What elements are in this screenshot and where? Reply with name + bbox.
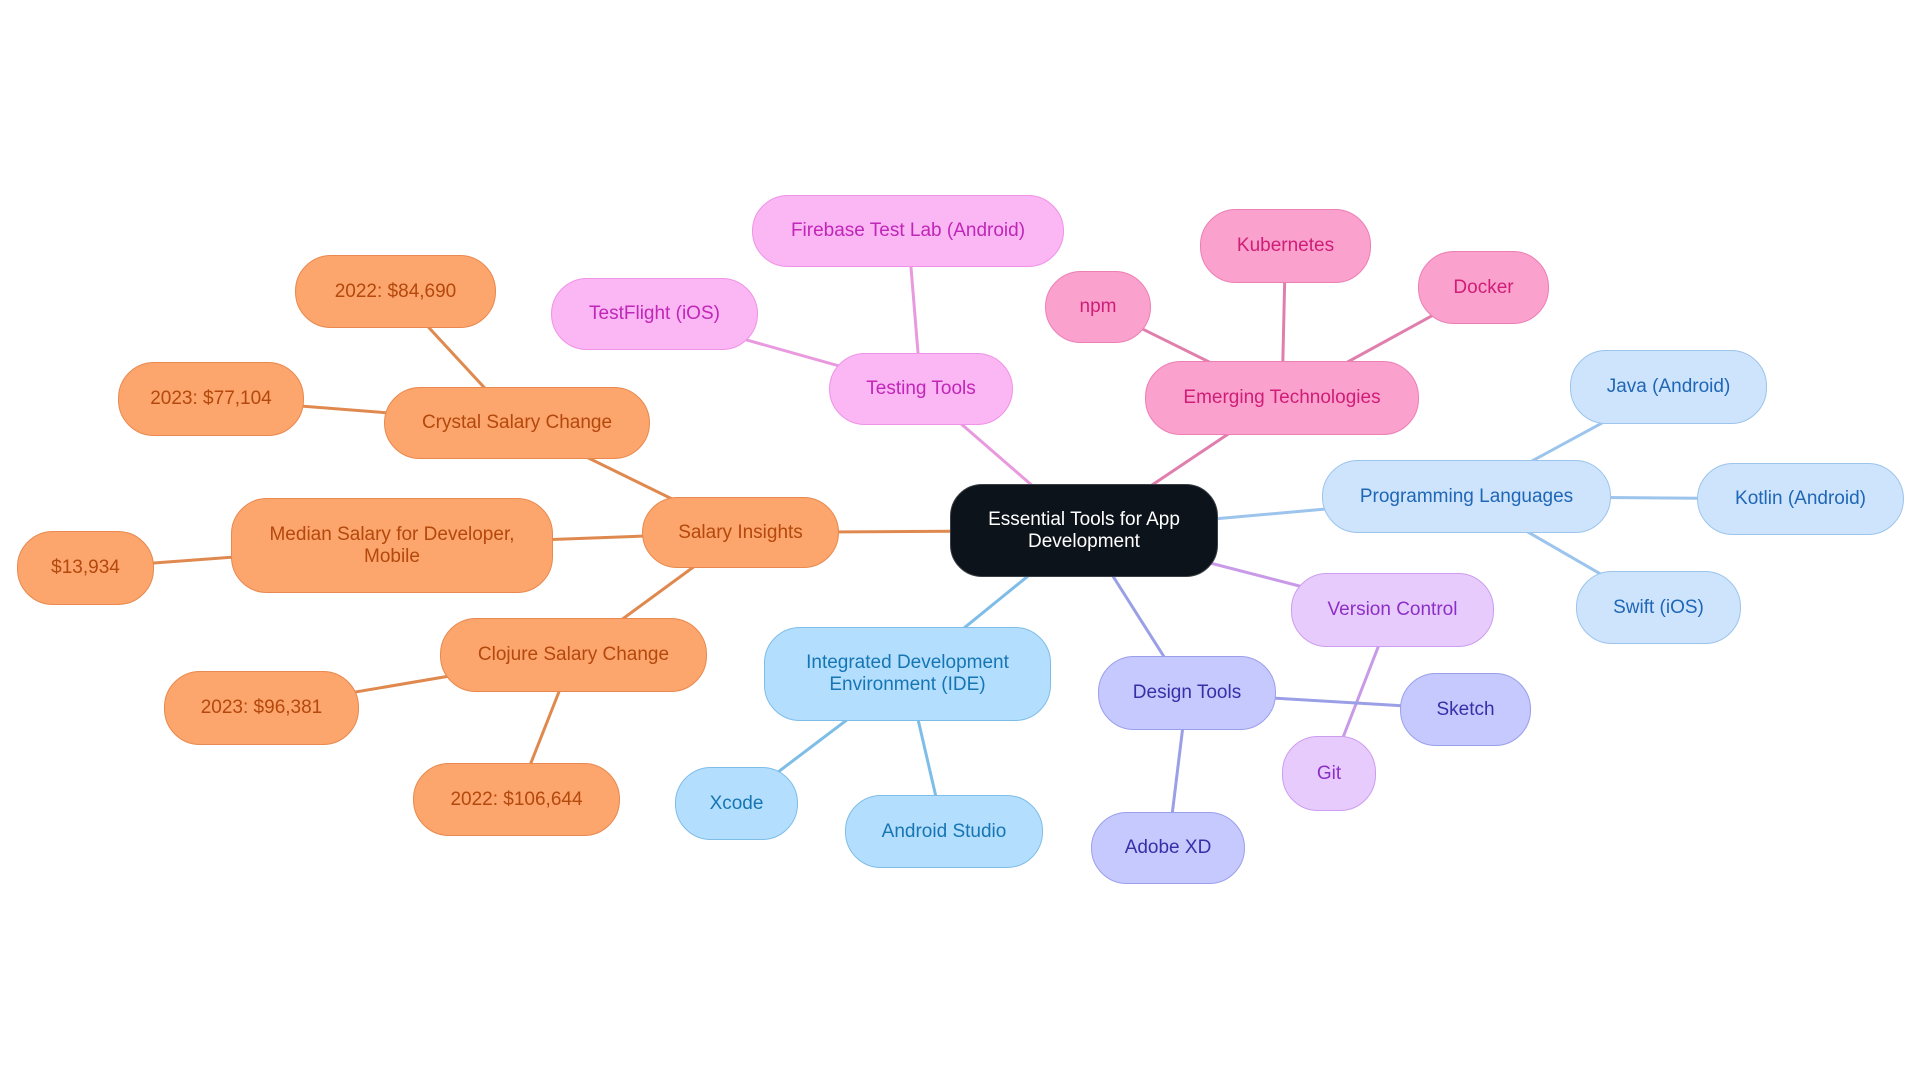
node-label: Kubernetes [1236, 235, 1335, 256]
node-android-studio[interactable]: Android Studio [845, 795, 1043, 868]
root-node-label: Essential Tools for App Development [988, 508, 1180, 552]
node-git[interactable]: Git [1282, 736, 1376, 811]
node-label: Median Salary for Developer, Mobile [269, 523, 515, 567]
node-kotlin[interactable]: Kotlin (Android) [1697, 463, 1904, 535]
node-median-salary[interactable]: Median Salary for Developer, Mobile [231, 498, 553, 593]
node-salary-insights[interactable]: Salary Insights [642, 497, 839, 568]
node-label: 2022: $84,690 [334, 280, 457, 302]
node-label: Clojure Salary Change [477, 644, 670, 665]
node-sketch[interactable]: Sketch [1400, 673, 1531, 746]
node-label: Android Studio [881, 820, 1007, 842]
node-design-tools[interactable]: Design Tools [1098, 656, 1276, 730]
node-label: 2023: $96,381 [200, 697, 323, 718]
node-clojure-2023[interactable]: 2023: $96,381 [164, 671, 359, 745]
node-median-value[interactable]: $13,934 [17, 531, 154, 605]
node-label: Kotlin (Android) [1735, 488, 1866, 509]
node-label: TestFlight (iOS) [589, 303, 720, 324]
node-label: Testing Tools [866, 378, 976, 399]
node-crystal-2023[interactable]: 2023: $77,104 [118, 362, 304, 436]
node-label: Emerging Technologies [1183, 387, 1381, 408]
root-node[interactable]: Essential Tools for App Development [950, 484, 1218, 577]
node-crystal-2022[interactable]: 2022: $84,690 [295, 255, 496, 328]
node-clojure-2022[interactable]: 2022: $106,644 [413, 763, 620, 836]
node-swift[interactable]: Swift (iOS) [1576, 571, 1741, 644]
node-npm[interactable]: npm [1045, 271, 1151, 343]
node-label: $13,934 [51, 557, 120, 578]
node-testflight[interactable]: TestFlight (iOS) [551, 278, 758, 350]
node-label: 2023: $77,104 [150, 388, 272, 409]
node-version-control[interactable]: Version Control [1291, 573, 1494, 647]
node-kubernetes[interactable]: Kubernetes [1200, 209, 1371, 283]
node-testing-tools[interactable]: Testing Tools [829, 353, 1013, 425]
node-firebase-test-lab[interactable]: Firebase Test Lab (Android) [752, 195, 1064, 267]
node-label: 2022: $106,644 [450, 788, 583, 810]
node-label: npm [1079, 296, 1117, 317]
node-label: Java (Android) [1606, 376, 1731, 397]
node-label: Xcode [709, 792, 764, 814]
node-label: Design Tools [1132, 682, 1242, 703]
node-label: Firebase Test Lab (Android) [790, 220, 1026, 241]
node-label: Version Control [1327, 599, 1458, 620]
node-xcode[interactable]: Xcode [675, 767, 798, 840]
node-ide[interactable]: Integrated Development Environment (IDE) [764, 627, 1051, 721]
node-label: Adobe XD [1124, 837, 1212, 858]
node-label: Integrated Development Environment (IDE) [806, 652, 1009, 695]
node-label: Programming Languages [1359, 485, 1574, 507]
node-label: Salary Insights [678, 521, 803, 543]
node-clojure-salary-change[interactable]: Clojure Salary Change [440, 618, 707, 692]
node-emerging-technologies[interactable]: Emerging Technologies [1145, 361, 1419, 435]
node-label: Docker [1453, 276, 1514, 298]
node-programming-languages[interactable]: Programming Languages [1322, 460, 1611, 533]
node-adobe-xd[interactable]: Adobe XD [1091, 812, 1245, 884]
node-java[interactable]: Java (Android) [1570, 350, 1767, 424]
node-label: Sketch [1436, 698, 1495, 720]
node-docker[interactable]: Docker [1418, 251, 1549, 324]
node-crystal-salary-change[interactable]: Crystal Salary Change [384, 387, 650, 459]
node-label: Swift (iOS) [1613, 596, 1704, 618]
node-label: Crystal Salary Change [421, 412, 613, 433]
node-label: Git [1316, 762, 1342, 784]
